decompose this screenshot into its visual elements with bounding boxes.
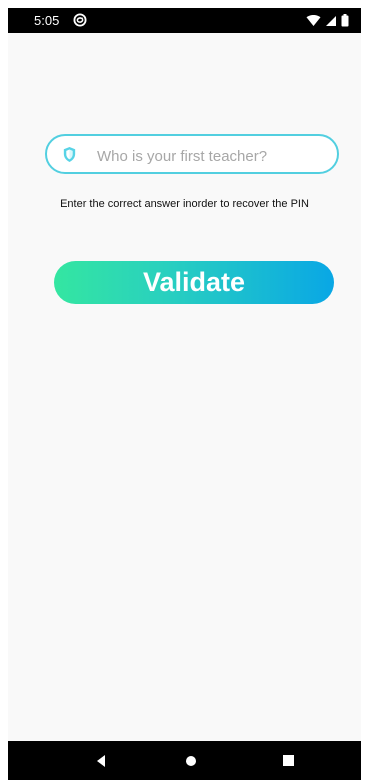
home-icon[interactable] <box>185 755 197 767</box>
security-question-field[interactable] <box>45 134 339 174</box>
recents-icon[interactable] <box>282 754 295 767</box>
navigation-bar <box>8 741 361 780</box>
security-answer-input[interactable] <box>95 142 331 170</box>
back-icon[interactable] <box>93 753 109 769</box>
status-time: 5:05 <box>34 13 60 28</box>
status-bar: 5:05 <box>8 8 361 33</box>
wifi-icon <box>306 14 321 26</box>
sync-icon <box>73 13 87 27</box>
recover-pin-screen: 5:05 Who is your first teacher? Enter th… <box>0 0 369 780</box>
signal-icon <box>326 15 336 26</box>
status-indicators <box>306 14 349 27</box>
validate-button[interactable]: Validate <box>54 261 334 304</box>
helper-text: Enter the correct answer inorder to reco… <box>60 198 309 210</box>
shield-icon <box>63 146 76 163</box>
main-content: Enter the correct answer inorder to reco… <box>8 33 361 741</box>
battery-icon <box>341 14 349 27</box>
